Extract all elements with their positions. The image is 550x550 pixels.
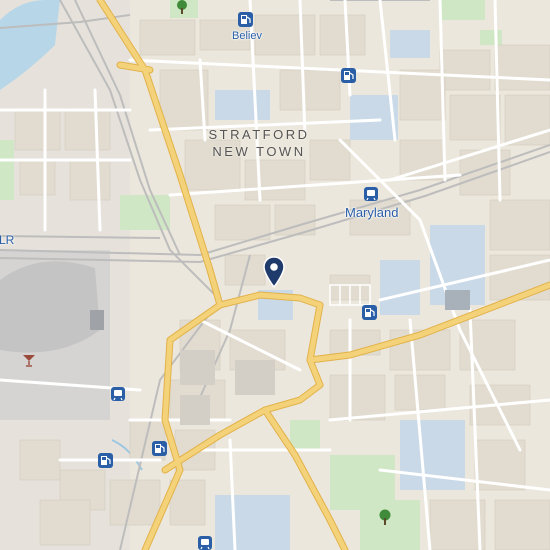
location-pin-icon[interactable] (263, 256, 285, 288)
map-view[interactable]: STRATFORD NEW TOWN Maryland Believ LR (0, 0, 550, 550)
fuel-station-icon[interactable] (362, 305, 377, 320)
area-label-line2: NEW TOWN (212, 144, 306, 159)
area-label-stratford-new-town: STRATFORD NEW TOWN (206, 126, 312, 160)
fuel-station-icon[interactable] (98, 453, 113, 468)
cocktail-bar-icon[interactable] (22, 353, 36, 367)
rail-station-icon[interactable] (111, 387, 125, 401)
tree-icon[interactable] (378, 509, 392, 525)
area-label-line1: STRATFORD (208, 127, 310, 142)
label-believ[interactable]: Believ (232, 30, 262, 42)
rail-station-icon[interactable] (198, 536, 212, 550)
station-label-maryland[interactable]: Maryland (345, 205, 398, 220)
fuel-station-icon[interactable] (152, 441, 167, 456)
rail-station-icon[interactable] (364, 187, 378, 201)
station-label-dlr-partial[interactable]: LR (0, 233, 14, 247)
tree-icon[interactable] (175, 0, 189, 14)
fuel-station-icon[interactable] (238, 12, 253, 27)
fuel-station-icon[interactable] (341, 68, 356, 83)
